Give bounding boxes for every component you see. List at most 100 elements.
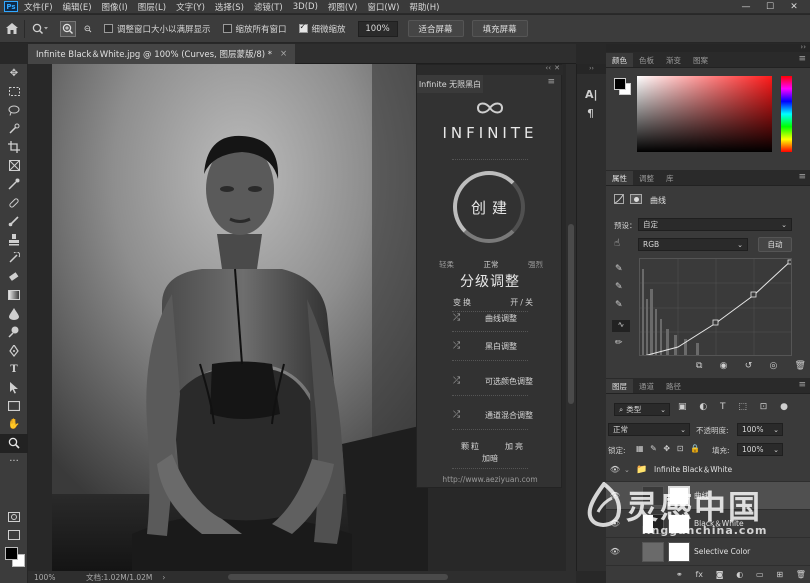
chevron-down-icon[interactable]: ⌄: [624, 466, 636, 474]
menu-3d[interactable]: 3D(D): [293, 2, 318, 12]
path-selection-tool-icon[interactable]: [0, 379, 28, 398]
menu-view[interactable]: 视图(V): [328, 1, 357, 13]
tab-libraries[interactable]: 库: [660, 171, 680, 185]
reset-icon[interactable]: ↺: [745, 361, 753, 373]
infinite-panel-tab[interactable]: Infinite 无限黑白: [417, 75, 483, 93]
close-tab-icon[interactable]: ×: [280, 49, 287, 59]
mask-thumb[interactable]: [668, 485, 690, 506]
lock-image-icon[interactable]: ✎: [650, 444, 657, 453]
rectangle-tool-icon[interactable]: [0, 397, 28, 416]
menu-window[interactable]: 窗口(W): [367, 1, 399, 13]
lock-all-icon[interactable]: 🔒: [690, 444, 700, 453]
dodge-tool-icon[interactable]: [0, 323, 28, 342]
white-point-eyedropper-icon[interactable]: ✎: [615, 300, 623, 310]
panel-menu-icon[interactable]: ≡: [547, 77, 555, 87]
visibility-toggle-icon[interactable]: ◎: [769, 361, 777, 373]
document-photo[interactable]: [52, 64, 428, 571]
collapse-panels-icon[interactable]: ››: [800, 43, 806, 51]
layers-menu-icon[interactable]: ≡: [798, 380, 806, 390]
tab-swatches[interactable]: 色板: [633, 53, 660, 67]
channel-dropdown[interactable]: RGB ⌄: [638, 238, 748, 251]
canvas-scrollbar-vertical[interactable]: [566, 64, 576, 571]
filter-toggle-icon[interactable]: ●: [780, 402, 788, 412]
new-adjustment-icon[interactable]: ◐: [736, 570, 743, 579]
zoom-value-field[interactable]: 100%: [357, 20, 398, 37]
view-previous-icon[interactable]: ◉: [720, 361, 728, 373]
move-tool-icon[interactable]: ✥: [0, 64, 28, 83]
crop-tool-icon[interactable]: [0, 138, 28, 157]
mask-thumb[interactable]: [668, 513, 690, 534]
lock-artboard-icon[interactable]: ⊡: [677, 444, 684, 453]
menu-select[interactable]: 选择(S): [215, 1, 244, 13]
zoom-all-windows-checkbox[interactable]: 缩放所有窗口: [222, 23, 287, 35]
delete-layer-icon[interactable]: 🗑: [796, 570, 806, 579]
maximize-button[interactable]: ☐: [758, 0, 782, 14]
hue-slider[interactable]: [781, 76, 792, 152]
close-panel-icon[interactable]: ✕: [554, 64, 560, 72]
adjustment-selective-color[interactable]: ⤮ 可选颜色调整: [453, 374, 553, 388]
filter-pixel-icon[interactable]: ▣: [678, 402, 687, 412]
resize-windows-checkbox[interactable]: 调整窗口大小以满屏显示: [104, 23, 211, 35]
quick-selection-tool-icon[interactable]: [0, 120, 28, 139]
lock-position-icon[interactable]: ✥: [663, 444, 670, 453]
layer-mask-icon[interactable]: [630, 194, 642, 204]
healing-brush-tool-icon[interactable]: [0, 194, 28, 213]
menu-edit[interactable]: 编辑(E): [63, 1, 92, 13]
home-icon[interactable]: [0, 20, 24, 38]
link-layers-icon[interactable]: ⚭: [676, 570, 683, 579]
blend-mode-dropdown[interactable]: 正常 ⌄: [608, 423, 690, 436]
zoom-tool-icon[interactable]: [0, 434, 28, 453]
menu-type[interactable]: 文字(Y): [176, 1, 205, 13]
curves-graph[interactable]: [639, 258, 792, 356]
menu-filter[interactable]: 滤镜(T): [254, 1, 283, 13]
foreground-color-swatch[interactable]: [5, 547, 18, 560]
pencil-icon[interactable]: ✏: [615, 338, 623, 348]
black-point-eyedropper-icon[interactable]: ✎: [615, 264, 623, 274]
tab-color[interactable]: 颜色: [606, 53, 633, 67]
gray-point-eyedropper-icon[interactable]: ✎: [615, 282, 623, 292]
eye-icon[interactable]: 👁: [606, 465, 624, 474]
properties-menu-icon[interactable]: ≡: [798, 172, 806, 182]
deepen-button[interactable]: 加暗: [417, 453, 563, 464]
brush-tool-icon[interactable]: [0, 212, 28, 231]
tab-adjustments[interactable]: 调整: [633, 171, 660, 185]
mask-thumb[interactable]: [668, 541, 690, 562]
color-picker-field[interactable]: [637, 76, 772, 152]
zoom-out-icon[interactable]: [78, 20, 98, 38]
lasso-tool-icon[interactable]: [0, 101, 28, 120]
switch-left-label[interactable]: 变换: [453, 297, 473, 308]
opacity-field[interactable]: 100% ⌄: [737, 423, 783, 436]
adjustment-curves[interactable]: ⤮ 曲线调整: [453, 311, 553, 325]
gradient-tool-icon[interactable]: [0, 286, 28, 305]
minimize-button[interactable]: —: [734, 0, 758, 14]
zoom-in-icon[interactable]: [60, 20, 76, 37]
color-panel-menu-icon[interactable]: ≡: [798, 54, 806, 64]
screen-mode-icon[interactable]: [8, 530, 20, 540]
clip-to-layer-icon[interactable]: ⧉: [696, 361, 702, 373]
layer-row[interactable]: 👁 Selective Color: [606, 538, 810, 566]
close-window-button[interactable]: ✕: [782, 0, 806, 14]
menu-layer[interactable]: 图层(L): [138, 1, 166, 13]
new-layer-icon[interactable]: ⊞: [776, 570, 783, 579]
delete-adjustment-icon[interactable]: 🗑: [795, 361, 806, 373]
level-strong[interactable]: 强烈: [528, 259, 543, 270]
type-tool-icon[interactable]: T: [0, 360, 28, 379]
layer-group-row[interactable]: 👁 ⌄ 📁 Infinite Black＆White: [606, 458, 810, 482]
fit-screen-button[interactable]: 适合屏幕: [407, 20, 464, 37]
history-brush-tool-icon[interactable]: [0, 249, 28, 268]
layer-style-icon[interactable]: fx: [695, 570, 703, 579]
auto-button[interactable]: 自动: [758, 237, 792, 252]
eraser-tool-icon[interactable]: [0, 268, 28, 287]
document-tab[interactable]: Infinite Black＆White.jpg @ 100% (Curves,…: [28, 44, 296, 64]
grain-button[interactable]: 颗粒: [461, 441, 481, 452]
frame-tool-icon[interactable]: [0, 157, 28, 176]
canvas-scrollbar-horizontal[interactable]: [228, 574, 448, 580]
targeted-adjustment-icon[interactable]: ☝: [614, 238, 628, 250]
adjustment-channel-mixer[interactable]: ⤮ 通道混合调整: [453, 408, 553, 422]
lock-transparent-icon[interactable]: ▦: [636, 444, 644, 453]
brighten-button[interactable]: 加亮: [505, 441, 525, 452]
eye-icon[interactable]: 👁: [606, 519, 624, 528]
fill-field[interactable]: 100% ⌄: [737, 443, 783, 456]
filter-type-icon[interactable]: T: [720, 402, 726, 412]
fill-screen-button[interactable]: 填充屏幕: [471, 20, 528, 37]
